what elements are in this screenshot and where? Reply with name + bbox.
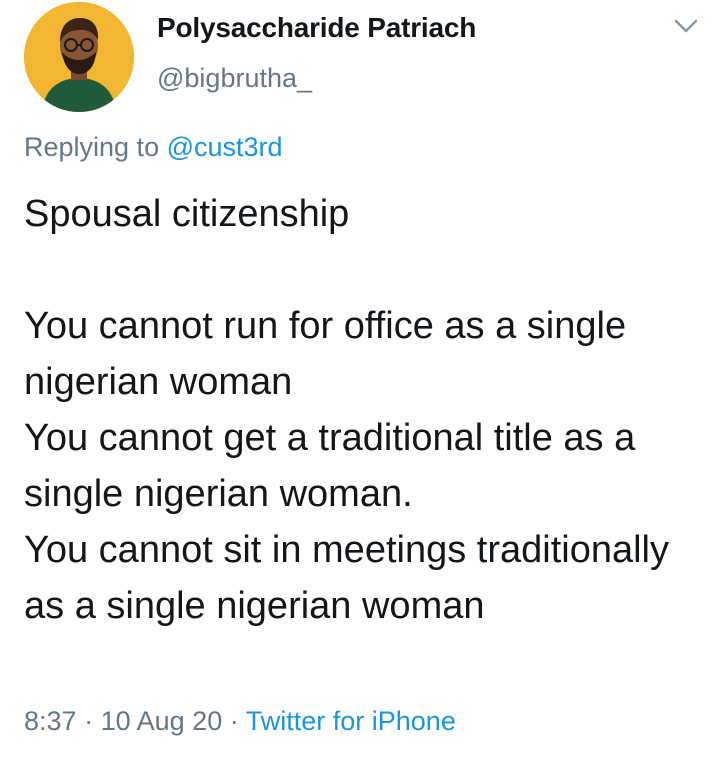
tweet-line: Spousal citizenship — [24, 193, 350, 235]
tweet-text: Spousal citizenship You cannot run for o… — [24, 186, 704, 634]
tweet-line: You cannot get a traditional title as a … — [24, 417, 636, 515]
meta-separator: · — [84, 706, 94, 736]
tweet-metadata: 8:37 · 10 Aug 20 · Twitter for iPhone — [24, 706, 456, 737]
tweet-source-link[interactable]: Twitter for iPhone — [246, 706, 456, 736]
chevron-down-icon[interactable] — [673, 16, 699, 36]
tweet-card: Polysaccharide Patriach @bigbrutha_ Repl… — [0, 0, 720, 757]
tweet-date[interactable]: 10 Aug 20 — [101, 706, 223, 736]
tweet-line: You cannot sit in meetings traditionally… — [24, 529, 669, 627]
author-handle[interactable]: @bigbrutha_ — [157, 63, 312, 94]
replying-to: Replying to @cust3rd — [24, 132, 283, 163]
replying-to-label: Replying to — [24, 132, 160, 162]
tweet-time[interactable]: 8:37 — [24, 706, 77, 736]
tweet-line: You cannot run for office as a single ni… — [24, 305, 627, 403]
avatar-illustration-icon — [24, 2, 134, 112]
reply-mention-link[interactable]: @cust3rd — [167, 132, 283, 162]
meta-separator: · — [229, 706, 239, 736]
author-display-name[interactable]: Polysaccharide Patriach — [157, 12, 476, 44]
avatar[interactable] — [24, 2, 134, 112]
